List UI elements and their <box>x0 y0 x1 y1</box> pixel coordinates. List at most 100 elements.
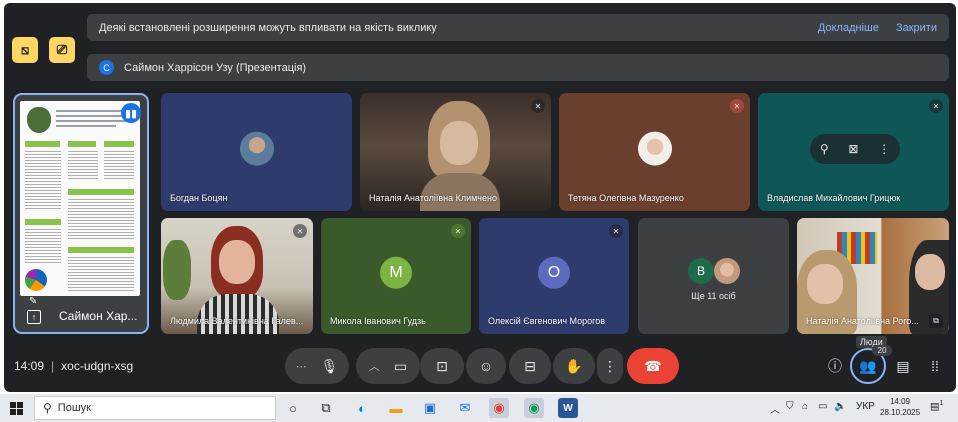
chrome-profile-icon[interactable]: ◉ <box>524 398 544 418</box>
meeting-code: xoc-udgn-xsg <box>61 359 134 373</box>
participant-tile-1[interactable]: Богдан Боцян <box>161 93 352 211</box>
tray-chevron-icon[interactable]: ︿ <box>770 401 780 416</box>
clock-time: 14:09 <box>889 397 911 406</box>
volume-icon[interactable]: 🔈 <box>834 401 846 412</box>
more-options-button[interactable]: ⋮ <box>597 348 623 384</box>
raise-hand-button[interactable]: ✋ <box>553 348 595 384</box>
tray-security-icon[interactable]: ⛉ <box>786 401 794 412</box>
extensions-banner: Деякі встановлені розширення можуть впли… <box>87 14 949 41</box>
present-screen-button[interactable]: ⊡ <box>420 348 464 384</box>
cortana-icon[interactable]: ○ <box>283 398 303 418</box>
presenter-avatar: С <box>99 60 114 75</box>
pin-icon[interactable]: ✎ <box>29 296 37 307</box>
windows-taskbar: ⚲ Пошук ○ ⧉ ◐ ▬ ▣ ✉ ◉ ◉ W ︿ ⛉ ⌂ ▭ 🔈 УКР … <box>0 394 958 422</box>
leave-call-button[interactable]: ☎ <box>627 348 679 384</box>
extensions-notice-text: Деякі встановлені розширення можуть впли… <box>99 21 437 34</box>
participant-tile-7[interactable]: О ✕ Олексій Євгенович Морогов <box>479 218 629 334</box>
speaking-indicator-icon: ▮▮ <box>121 103 141 123</box>
participant-tile-9[interactable]: Наталія Анатоліївна Рого... ⧉ <box>797 218 949 334</box>
more-audio-options-icon[interactable]: ⋯ <box>296 360 307 373</box>
avatar <box>714 258 740 284</box>
mic-off-icon: ✕ <box>730 99 744 113</box>
puzzle-off-icon: ⧅ <box>20 42 30 57</box>
meeting-time: 14:09 <box>14 359 45 373</box>
pin-icon[interactable]: ⚲ <box>820 142 829 156</box>
microphone-control[interactable]: ⋯ 🎙 <box>285 348 349 384</box>
coat-of-arms-icon <box>27 107 51 133</box>
file-explorer-icon[interactable]: ▬ <box>386 398 406 418</box>
more-options-icon[interactable]: ⋮ <box>878 142 890 156</box>
avatar <box>239 131 274 166</box>
mic-off-icon: ✕ <box>293 224 307 238</box>
task-view-icon[interactable]: ⧉ <box>316 398 336 418</box>
captions-icon: ⊟ <box>524 357 536 374</box>
control-bar: 14:09 | xoc-udgn-xsg ⋯ 🎙 ︿ ▭ ⊡ ☺ ⊟ ✋ ⋮ ☎ ⓘ <box>4 336 956 389</box>
apps-grid-icon: ⁞⁞ <box>931 358 939 374</box>
mail-icon[interactable]: ✉ <box>455 398 475 418</box>
pinned-presentation-tile[interactable]: ▮▮ ✎ ↑ Саймон Хар... <box>13 93 149 334</box>
more-participants-label: Ще 11 осіб <box>691 291 736 301</box>
mic-off-icon: ✕ <box>451 224 465 238</box>
network-icon[interactable]: ⌂ <box>802 401 808 412</box>
picture-in-picture-icon[interactable]: ⧉ <box>929 314 943 328</box>
participant-tile-2[interactable]: ✕ Наталія Анатоліївна Климчено <box>360 93 551 211</box>
emoji-reactions-button[interactable]: ☺ <box>466 348 506 384</box>
chrome-icon[interactable]: ◉ <box>489 398 509 418</box>
mic-off-icon: ✕ <box>929 99 943 113</box>
avatar: В <box>688 258 714 284</box>
activities-button[interactable]: ⁞⁞ <box>922 353 948 379</box>
people-button[interactable]: 👥 Люди 20 <box>850 336 892 384</box>
mic-off-icon: ✕ <box>531 99 545 113</box>
word-icon[interactable]: W <box>558 398 578 418</box>
meet-window: ⧅ ⎚ Деякі встановлені розширення можуть … <box>4 3 956 392</box>
participant-name: Микола Іванович Гудзь <box>330 316 426 326</box>
learn-more-link[interactable]: Докладніше <box>818 22 879 34</box>
remove-from-grid-icon[interactable]: ⊠ <box>848 142 858 156</box>
camera-icon[interactable]: ▭ <box>394 358 407 375</box>
taskbar-clock[interactable]: 14:09 28.10.2025 <box>880 396 920 418</box>
more-participants-tile[interactable]: В Ще 11 осіб <box>638 218 789 334</box>
microphone-icon[interactable]: 🎙 <box>321 358 339 375</box>
avatar <box>637 131 672 166</box>
participant-tile-5[interactable]: ✕ Людмила Валентинівна Галев... <box>161 218 313 334</box>
present-screen-icon: ⊡ <box>436 357 448 374</box>
participant-name: Наталія Анатоліївна Рого... <box>806 316 919 326</box>
participant-name: Олексій Євгенович Морогов <box>488 316 606 326</box>
participant-name: Наталія Анатоліївна Климчено <box>369 193 497 203</box>
taskbar-search[interactable]: ⚲ Пошук <box>34 396 276 420</box>
more-vert-icon: ⋮ <box>603 357 617 374</box>
participant-name: Владислав Михайлович Грицюк <box>767 193 901 203</box>
presentation-slide <box>20 101 140 296</box>
participant-tile-4[interactable]: ⚲ ⊠ ⋮ ✕ Владислав Михайлович Грицюк <box>758 93 949 211</box>
search-placeholder: Пошук <box>57 402 91 414</box>
info-icon: ⓘ <box>828 358 842 374</box>
emoji-icon: ☺ <box>478 358 494 374</box>
chat-button[interactable]: ▤ <box>890 353 916 379</box>
presenter-label: Саймон Харрісон Узу (Презентація) <box>124 61 307 74</box>
meeting-details-button[interactable]: ⓘ <box>822 353 848 379</box>
store-icon[interactable]: ▣ <box>420 398 440 418</box>
presentation-banner[interactable]: С Саймон Харрісон Узу (Презентація) <box>87 54 949 81</box>
camera-control[interactable]: ︿ ▭ <box>356 348 420 384</box>
people-count-badge: 20 <box>872 345 892 356</box>
participant-tile-3[interactable]: ✕ Тетяна Олегівна Мазуренко <box>559 93 750 211</box>
close-banner-link[interactable]: Закрити <box>896 22 937 34</box>
captions-button[interactable]: ⊟ <box>509 348 551 384</box>
meeting-info: 14:09 | xoc-udgn-xsg <box>14 359 134 373</box>
mic-off-icon: ✕ <box>609 224 623 238</box>
extension-warning-button[interactable]: ⧅ <box>12 37 38 63</box>
participant-name: Богдан Боцян <box>170 193 228 203</box>
notifications-icon[interactable]: ▤1 <box>930 400 943 412</box>
participant-tile-6[interactable]: М ✕ Микола Іванович Гудзь <box>321 218 471 334</box>
tile-hover-controls: ⚲ ⊠ ⋮ <box>810 134 900 164</box>
chevron-up-icon[interactable]: ︿ <box>369 358 380 374</box>
windows-start-icon[interactable] <box>10 402 23 415</box>
participant-name: Тетяна Олегівна Мазуренко <box>568 193 684 203</box>
presenter-name: Саймон Хар... <box>59 309 138 323</box>
keyboard-language[interactable]: УКР <box>856 401 875 412</box>
hang-up-icon: ☎ <box>644 357 662 374</box>
edge-browser-icon[interactable]: ◐ <box>352 398 372 418</box>
presentation-info-button[interactable]: ⎚ <box>49 37 75 63</box>
people-icon: 👥 <box>859 357 877 374</box>
display-icon[interactable]: ▭ <box>818 401 827 412</box>
